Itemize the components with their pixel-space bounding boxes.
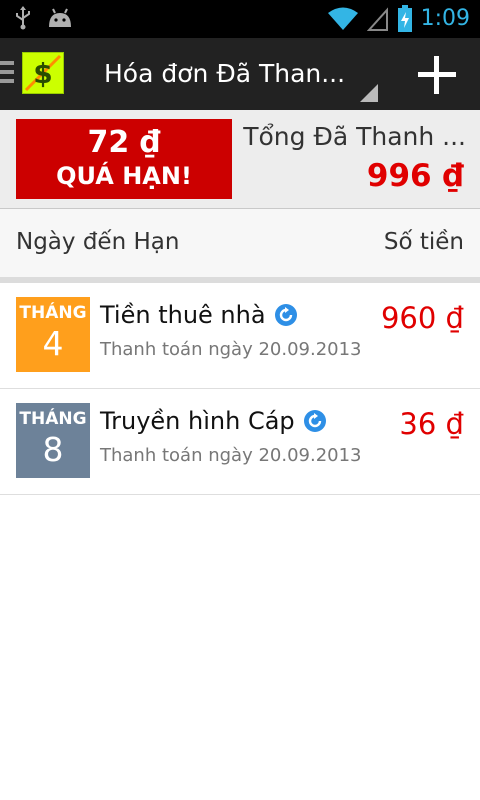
status-right: 1:09: [327, 4, 470, 34]
wifi-icon: [327, 7, 358, 30]
no-signal-icon: [366, 7, 388, 31]
column-header: Ngày đến Hạn Số tiền: [0, 209, 480, 277]
dollar-logo-icon[interactable]: $: [22, 52, 64, 94]
amount-header[interactable]: Số tiền: [384, 229, 464, 255]
status-bar: 1:09: [0, 0, 480, 38]
spinner-icon: [360, 84, 378, 102]
due-date-header[interactable]: Ngày đến Hạn: [16, 229, 179, 255]
action-bar: $ Hóa đơn Đã Than...: [0, 38, 480, 110]
repeat-icon: [274, 304, 297, 326]
total-label: Tổng Đã Thanh ...: [243, 122, 466, 151]
add-icon[interactable]: [418, 56, 456, 94]
paid-date: Thanh toán ngày 20.09.2013: [100, 445, 362, 466]
paid-date: Thanh toán ngày 20.09.2013: [100, 339, 362, 360]
bill-row[interactable]: THÁNG 4 Tiền thuê nhà Thanh toán ngày 20…: [0, 283, 480, 389]
total-amount: 996 ₫: [366, 158, 464, 194]
overdue-box[interactable]: 72 ₫ QUÁ HẠN!: [16, 119, 232, 199]
android-debug-icon: [49, 8, 71, 27]
month-number: 4: [42, 324, 64, 363]
summary-panel: 72 ₫ QUÁ HẠN! Tổng Đã Thanh ... 996 ₫: [0, 110, 480, 209]
bill-row[interactable]: THÁNG 8 Truyền hình Cáp Thanh toán ngày …: [0, 389, 480, 495]
overdue-amount: 72 ₫: [87, 125, 161, 160]
overdue-label: QUÁ HẠN!: [56, 162, 192, 190]
bill-amount: 36 ₫: [399, 407, 464, 441]
month-number: 8: [42, 430, 64, 469]
month-label: THÁNG: [19, 409, 87, 429]
clock: 1:09: [420, 6, 470, 31]
bill-title: Tiền thuê nhà: [100, 301, 298, 329]
bill-amount: 960 ₫: [380, 301, 464, 335]
month-badge: THÁNG 8: [16, 403, 90, 478]
svg-text:$: $: [33, 57, 52, 90]
bill-title: Truyền hình Cáp: [100, 407, 327, 435]
usb-icon: [16, 6, 30, 30]
repeat-icon: [303, 410, 326, 432]
bill-name: Tiền thuê nhà: [100, 301, 266, 329]
menu-icon[interactable]: [0, 61, 16, 87]
month-badge: THÁNG 4: [16, 297, 90, 372]
battery-charging-icon: [397, 5, 412, 32]
month-label: THÁNG: [19, 303, 87, 323]
screen-title-spinner[interactable]: Hóa đơn Đã Than...: [104, 58, 345, 90]
bill-name: Truyền hình Cáp: [100, 407, 295, 435]
status-left: [14, 6, 74, 30]
